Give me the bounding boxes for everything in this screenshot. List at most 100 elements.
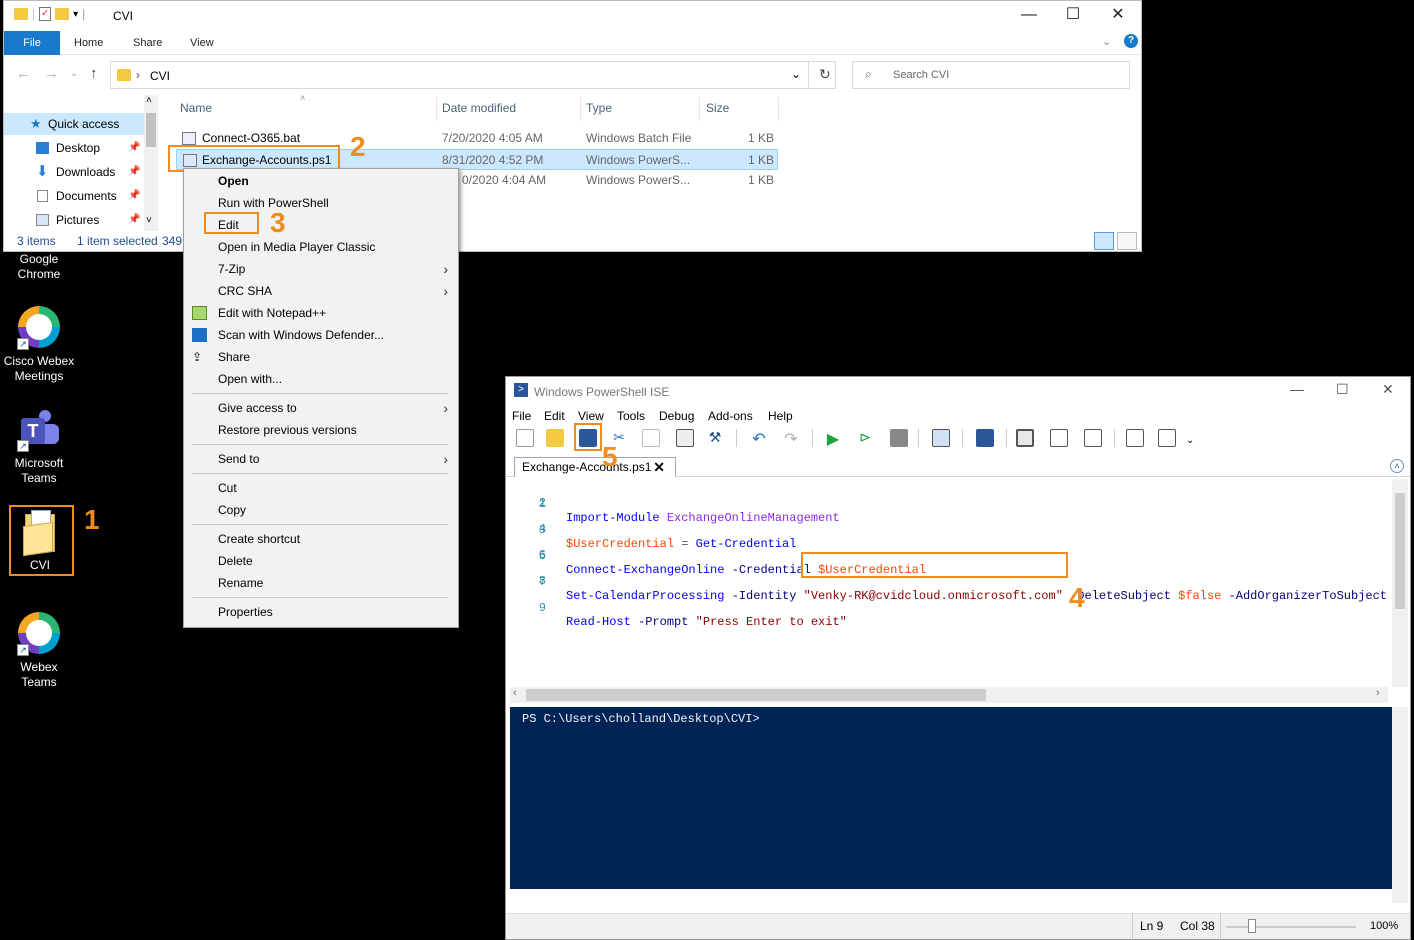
column-header-name[interactable]: Name — [180, 101, 212, 115]
column-header-type[interactable]: Type — [586, 101, 612, 115]
menu-item-run-with-powershell[interactable]: Run with PowerShell — [184, 192, 458, 214]
chevron-down-icon[interactable]: ⌄ — [791, 67, 801, 81]
menu-help[interactable]: Help — [768, 409, 793, 423]
run-selection-icon[interactable]: ⊳ — [856, 429, 874, 447]
layout-script-max-icon[interactable] — [1084, 429, 1102, 447]
menu-item-send-to[interactable]: Send to › — [184, 448, 458, 470]
redo-icon[interactable]: ↷ — [782, 429, 800, 448]
menu-item-create-shortcut[interactable]: Create shortcut — [184, 528, 458, 550]
console-pane[interactable]: PS C:\Users\cholland\Desktop\CVI> — [510, 707, 1392, 889]
show-command-addon-icon[interactable] — [1158, 429, 1176, 447]
pin-icon[interactable]: 📌 — [128, 209, 140, 231]
up-icon[interactable]: ↑ — [90, 65, 98, 82]
menu-file[interactable]: File — [512, 409, 531, 423]
desktop-icon-microsoft-teams[interactable]: T ↗ Microsoft Teams — [0, 408, 78, 486]
menu-item-open-with[interactable]: Open with... — [184, 368, 458, 390]
pin-icon[interactable]: 📌 — [128, 137, 140, 159]
menu-item-restore-previous-versions[interactable]: Restore previous versions — [184, 419, 458, 441]
chevron-right-icon[interactable]: › — [1376, 687, 1380, 699]
menu-item-delete[interactable]: Delete — [184, 550, 458, 572]
undo-icon[interactable]: ↶ — [750, 429, 768, 448]
remote-tab-icon[interactable] — [932, 429, 950, 447]
open-file-icon[interactable] — [546, 429, 564, 447]
menu-view[interactable]: View — [578, 409, 604, 423]
chevron-up-icon[interactable]: ˄ — [146, 95, 152, 106]
new-file-icon[interactable] — [516, 429, 534, 447]
sidebar-item-downloads[interactable]: ⬇ Downloads 📌 — [4, 161, 144, 183]
powershell-console-icon[interactable] — [976, 429, 994, 447]
menu-item-cut[interactable]: Cut — [184, 477, 458, 499]
close-button[interactable]: ✕ — [1382, 381, 1394, 398]
zoom-slider[interactable] — [1226, 926, 1356, 928]
expand-ribbon-icon[interactable]: ⌄ — [1102, 35, 1111, 48]
layout-script-right-icon[interactable] — [1050, 429, 1068, 447]
close-button[interactable]: ✕ — [1095, 1, 1141, 31]
menu-item-edit-with-notepadpp[interactable]: Edit with Notepad++ — [184, 302, 458, 324]
refresh-icon[interactable]: ↻ — [819, 66, 831, 83]
tab-file[interactable]: File — [4, 31, 60, 55]
collapse-script-pane-icon[interactable]: ˄ — [1390, 459, 1404, 473]
recent-locations-icon[interactable]: ⌄ — [70, 68, 78, 79]
menu-item-crc-sha[interactable]: CRC SHA › — [184, 280, 458, 302]
tab-exchange-accounts[interactable]: Exchange-Accounts.ps1 ✕ — [514, 457, 676, 477]
desktop-icon-google-chrome[interactable]: Google Chrome — [0, 252, 78, 282]
menu-item-7zip[interactable]: 7-Zip › — [184, 258, 458, 280]
menu-item-share[interactable]: ⇪ Share — [184, 346, 458, 368]
chevron-left-icon[interactable]: ‹ — [513, 687, 517, 699]
clear-console-icon[interactable]: ⚒ — [706, 429, 724, 447]
console-scrollbar[interactable] — [1392, 707, 1408, 903]
chevron-down-icon[interactable]: ▾ — [73, 9, 78, 20]
nav-scrollbar[interactable]: ˄ ˅ — [144, 95, 158, 231]
stop-icon[interactable] — [890, 429, 908, 447]
properties-icon[interactable]: ✓ — [39, 7, 52, 21]
tab-share[interactable]: Share — [119, 31, 176, 55]
column-header-date[interactable]: Date modified — [442, 101, 516, 115]
menu-item-open-in-media-player-classic[interactable]: Open in Media Player Classic — [184, 236, 458, 258]
sidebar-item-pictures[interactable]: Pictures 📌 — [4, 209, 144, 231]
menu-item-open[interactable]: Open — [184, 170, 458, 192]
forward-icon[interactable]: → — [44, 65, 59, 82]
zoom-slider-handle[interactable] — [1248, 919, 1256, 933]
menu-item-scan-with-defender[interactable]: Scan with Windows Defender... — [184, 324, 458, 346]
sidebar-item-quick-access[interactable]: ★ Quick access — [4, 113, 144, 135]
new-folder-icon[interactable] — [55, 8, 70, 20]
sidebar-item-desktop[interactable]: Desktop 📌 — [4, 137, 144, 159]
close-tab-icon[interactable]: ✕ — [653, 458, 665, 476]
sidebar-item-documents[interactable]: Documents 📌 — [4, 185, 144, 207]
editor-scrollbar[interactable] — [1392, 479, 1408, 687]
menu-edit[interactable]: Edit — [544, 409, 565, 423]
menu-item-give-access-to[interactable]: Give access to › — [184, 397, 458, 419]
toolbar-overflow-icon[interactable]: ⌄ — [1186, 435, 1194, 446]
breadcrumb[interactable]: CVI — [150, 69, 170, 83]
search-input[interactable]: ⌕ Search CVI — [852, 61, 1130, 89]
layout-script-top-icon[interactable] — [1016, 429, 1034, 447]
menu-item-copy[interactable]: Copy — [184, 499, 458, 521]
paste-icon[interactable] — [676, 429, 694, 447]
help-icon[interactable]: ? — [1124, 34, 1138, 48]
tab-view[interactable]: View — [176, 31, 228, 55]
menu-addons[interactable]: Add-ons — [708, 409, 753, 423]
address-bar[interactable]: › CVI ⌄ ↻ — [110, 61, 836, 89]
back-icon[interactable]: ← — [16, 65, 31, 82]
maximize-button[interactable]: ☐ — [1050, 1, 1096, 31]
maximize-button[interactable]: ☐ — [1336, 381, 1349, 398]
show-script-pane-icon[interactable] — [1126, 429, 1144, 447]
desktop-icon-cisco-webex-meetings[interactable]: ↗ Cisco Webex Meetings — [0, 306, 78, 384]
chevron-down-icon[interactable]: ˅ — [146, 215, 152, 226]
menu-item-properties[interactable]: Properties — [184, 601, 458, 623]
pin-icon[interactable]: 📌 — [128, 185, 140, 207]
pin-icon[interactable]: 📌 — [128, 161, 140, 183]
minimize-button[interactable]: — — [1290, 381, 1304, 397]
large-icons-view-button[interactable] — [1117, 232, 1137, 250]
tab-home[interactable]: Home — [60, 31, 117, 55]
copy-icon[interactable] — [642, 429, 660, 447]
script-editor[interactable]: 1 Import-Module ExchangeOnlineManagement… — [510, 479, 1408, 687]
menu-tools[interactable]: Tools — [617, 409, 645, 423]
column-header-size[interactable]: Size — [706, 101, 729, 115]
editor-horizontal-scrollbar[interactable]: ‹ › — [510, 687, 1388, 703]
minimize-button[interactable]: — — [1006, 1, 1052, 31]
run-script-icon[interactable]: ▶ — [824, 429, 842, 448]
menu-debug[interactable]: Debug — [659, 409, 694, 423]
desktop-icon-webex-teams[interactable]: ↗ Webex Teams — [0, 612, 78, 690]
details-view-button[interactable] — [1094, 232, 1114, 250]
